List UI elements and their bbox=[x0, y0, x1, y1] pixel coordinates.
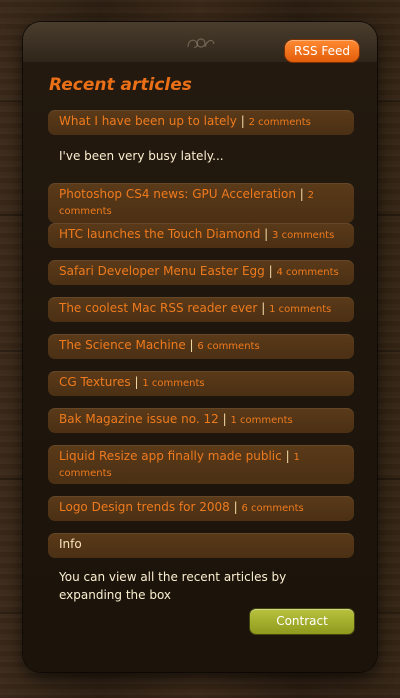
logo-icon bbox=[187, 38, 215, 48]
article-title: Photoshop CS4 news: GPU Acceleration bbox=[59, 187, 296, 201]
article-item-logo-design-trends-for-2008[interactable]: Logo Design trends for 2008 | 6 comments bbox=[48, 496, 354, 521]
article-title: Safari Developer Menu Easter Egg bbox=[59, 264, 265, 278]
separator: | bbox=[233, 500, 238, 514]
article-item-safari-developer-menu-easter-egg[interactable]: Safari Developer Menu Easter Egg | 4 com… bbox=[48, 260, 354, 285]
article-item-liquid-resize-app[interactable]: Liquid Resize app finally made public | … bbox=[48, 445, 354, 484]
comment-count: 3 comments bbox=[272, 230, 335, 241]
separator: | bbox=[268, 264, 273, 278]
comment-count: 6 comments bbox=[197, 341, 260, 352]
articles-list: What I have been up to lately | 2 commen… bbox=[48, 110, 354, 604]
separator: | bbox=[134, 375, 139, 389]
article-item-htc-launches-the-touch-diamond[interactable]: HTC launches the Touch Diamond | 3 comme… bbox=[48, 223, 354, 248]
separator: | bbox=[189, 338, 194, 352]
article-item-cg-textures[interactable]: CG Textures | 1 comments bbox=[48, 371, 354, 396]
separator: | bbox=[299, 187, 304, 201]
section-title: Recent articles bbox=[49, 75, 192, 95]
article-title: The coolest Mac RSS reader ever bbox=[59, 301, 258, 315]
info-item[interactable]: Info bbox=[48, 533, 354, 558]
article-title: The Science Machine bbox=[59, 338, 186, 352]
panel-header: RSS Feed bbox=[23, 22, 377, 62]
comment-count: 4 comments bbox=[276, 267, 339, 278]
article-item-the-science-machine[interactable]: The Science Machine | 6 comments bbox=[48, 334, 354, 359]
article-item-the-coolest-mac-rss-reader-ever[interactable]: The coolest Mac RSS reader ever | 1 comm… bbox=[48, 297, 354, 322]
recent-articles-panel: RSS Feed Recent articles What I have bee… bbox=[23, 22, 377, 672]
separator: | bbox=[261, 301, 266, 315]
article-title: Bak Magazine issue no. 12 bbox=[59, 412, 219, 426]
comment-count: 6 comments bbox=[241, 503, 304, 514]
comment-count: 1 comments bbox=[230, 415, 293, 426]
article-item-bak-magazine-issue-no-12[interactable]: Bak Magazine issue no. 12 | 1 comments bbox=[48, 408, 354, 433]
info-label: Info bbox=[59, 537, 82, 551]
separator: | bbox=[264, 227, 269, 241]
rss-feed-button[interactable]: RSS Feed bbox=[284, 40, 359, 62]
comment-count: 2 comments bbox=[248, 117, 311, 128]
article-expanded-text: I've been very busy lately... bbox=[59, 149, 224, 163]
article-item-what-i-have-been-up-to-lately[interactable]: What I have been up to lately | 2 commen… bbox=[48, 110, 354, 135]
comment-count: 1 comments bbox=[142, 378, 205, 389]
article-title: Liquid Resize app finally made public bbox=[59, 449, 282, 463]
separator: | bbox=[222, 412, 227, 426]
separator: | bbox=[285, 449, 290, 463]
article-title: HTC launches the Touch Diamond bbox=[59, 227, 261, 241]
separator: | bbox=[240, 114, 245, 128]
article-title: Logo Design trends for 2008 bbox=[59, 500, 230, 514]
contract-button[interactable]: Contract bbox=[250, 609, 354, 634]
article-item-photoshop-cs4-news[interactable]: Photoshop CS4 news: GPU Acceleration | 2… bbox=[48, 183, 354, 223]
info-text: You can view all the recent articles by … bbox=[59, 570, 287, 602]
article-title: CG Textures bbox=[59, 375, 131, 389]
article-title: What I have been up to lately bbox=[59, 114, 237, 128]
comment-count: 1 comments bbox=[269, 304, 332, 315]
